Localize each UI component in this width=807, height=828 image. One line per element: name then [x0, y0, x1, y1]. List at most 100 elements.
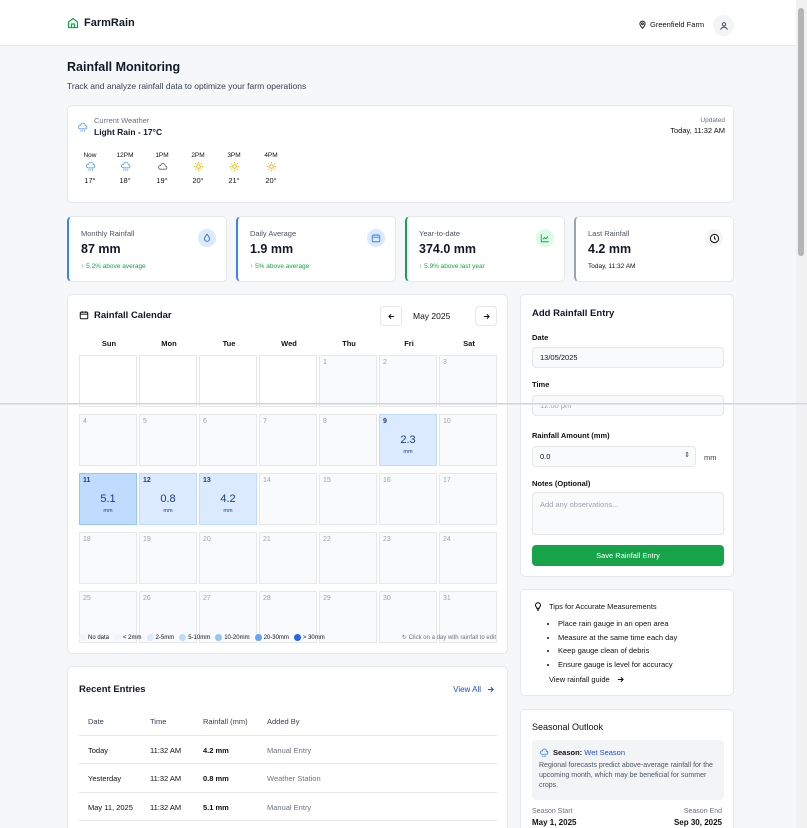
day-of-week: Tue [222, 339, 236, 348]
day-number: 4 [83, 418, 87, 425]
day-number: 23 [383, 536, 391, 543]
notes-textarea[interactable]: Add any observations... [532, 492, 724, 535]
calendar-day-23[interactable]: 23 [379, 532, 437, 584]
date-input[interactable]: 13/05/2025 [532, 347, 724, 368]
table-row[interactable]: Today 11:32 AM 4.2 mm Manual Entry [79, 736, 497, 764]
calendar-day-11[interactable]: 11 5.1 mm [79, 473, 137, 525]
calendar-day-2[interactable]: 2 [379, 355, 437, 407]
calendar-empty-cell [259, 355, 317, 407]
rain-unit: mm [403, 449, 413, 455]
calendar-day-5[interactable]: 5 [139, 414, 197, 466]
stat-card: Last Rainfall 4.2 mm Today, 11:32 AM [574, 216, 734, 282]
stat-value: 1.9 mm [250, 242, 294, 256]
legend-swatch [114, 634, 122, 641]
droplet-icon [198, 229, 216, 247]
column-header: Time [150, 717, 167, 726]
hour-temp: 20° [265, 176, 277, 185]
recent-entries-table: Date Time Rainfall (mm) Added By Today 11:32 … [79, 707, 497, 821]
calendar-day-3[interactable]: 3 [439, 355, 497, 407]
hour-temp: 21° [228, 176, 240, 185]
weather-card: Current Weather Light Rain - 17°C Update… [67, 105, 734, 203]
table-cell: Yesterday [88, 774, 122, 783]
calendar-day-15[interactable]: 15 [319, 473, 377, 525]
rain-value: 0.8 [160, 493, 176, 505]
calendar-day-16[interactable]: 16 [379, 473, 437, 525]
lightbulb-icon [533, 601, 543, 614]
calendar-title: Rainfall Calendar [94, 310, 172, 321]
calendar-day-22[interactable]: 22 [319, 532, 377, 584]
calendar-day-29[interactable]: 29 [319, 591, 377, 643]
day-number: 30 [383, 595, 391, 602]
recent-title: Recent Entries [79, 684, 146, 695]
seasonal-outlook-card: Seasonal Outlook Season: Wet Season Regi… [520, 709, 734, 828]
time-input[interactable]: 12:00 pm [532, 395, 724, 416]
scrollbar-thumb[interactable] [798, 8, 804, 256]
day-number: 29 [323, 595, 331, 602]
hour-temp: 18° [119, 176, 131, 185]
calendar-day-14[interactable]: 14 [259, 473, 317, 525]
outlook-title: Seasonal Outlook [532, 722, 604, 732]
hour-time: 1PM [155, 152, 169, 159]
recent-entries-card: Recent Entries View All Date Time Rainfall… [67, 666, 508, 828]
calendar-day-21[interactable]: 21 [259, 532, 317, 584]
table-cell: 11:32 AM [150, 802, 182, 812]
hour-time: 3PM [227, 152, 241, 159]
calendar-day-6[interactable]: 6 [199, 414, 257, 466]
rain-unit: mm [103, 508, 113, 514]
rain-cloud-icon [78, 161, 102, 174]
season-end-value: Sep 30, 2025 [673, 818, 722, 827]
table-row[interactable]: Yesterday 11:32 AM 0.8 mm Weather Station [79, 764, 497, 793]
calendar-day-24[interactable]: 24 [439, 532, 497, 584]
calendar-day-1[interactable]: 1 [319, 355, 377, 407]
hour-time: 2PM [191, 152, 205, 159]
prev-month-button[interactable] [380, 306, 402, 326]
stat-value: 374.0 mm [419, 242, 476, 256]
season-line: Season: Wet Season [553, 748, 626, 757]
legend-swatch [215, 634, 223, 641]
day-number: 28 [263, 595, 271, 602]
table-cell: 5.1 mm [203, 802, 229, 812]
calendar-day-17[interactable]: 17 [439, 473, 497, 525]
avatar[interactable] [713, 15, 734, 36]
hour-forecast: 1PM 19° [150, 152, 174, 185]
save-rainfall-entry-button[interactable]: Save Rainfall Entry [532, 545, 724, 566]
table-row[interactable]: May 11, 2025 11:32 AM 5.1 mm Manual Entry [79, 793, 497, 821]
sun-icon [222, 161, 246, 174]
calendar-day-12[interactable]: 12 0.8 mm [139, 473, 197, 525]
calendar-day-20[interactable]: 20 [199, 532, 257, 584]
table-cell: Manual Entry [267, 745, 312, 755]
calendar-empty-cell [139, 355, 197, 407]
cloud-icon [150, 161, 174, 174]
calendar-day-4[interactable]: 4 [79, 414, 137, 466]
calendar-day-7[interactable]: 7 [259, 414, 317, 466]
table-cell: Today [88, 745, 109, 755]
calendar-day-8[interactable]: 8 [319, 414, 377, 466]
rain-cloud-icon [113, 161, 137, 174]
logo[interactable]: FarmRain [67, 17, 135, 29]
season-description: Regional forecasts predict above-average… [539, 762, 713, 789]
day-number: 2 [383, 359, 387, 366]
calendar-day-13[interactable]: 13 4.2 mm [199, 473, 257, 525]
stat-value: 87 mm [81, 242, 121, 256]
view-rainfall-guide-link[interactable]: View rainfall guide [549, 675, 625, 684]
day-number: 10 [443, 418, 451, 425]
amount-value: 0.0 [540, 452, 551, 461]
farm-selector[interactable]: Greenfield Farm [638, 20, 704, 29]
season-value: Wet Season [584, 748, 626, 757]
calendar-day-10[interactable]: 10 [439, 414, 497, 466]
view-all-link[interactable]: View All [453, 685, 495, 694]
weather-label: Current Weather [94, 116, 150, 125]
calendar-day-18[interactable]: 18 [79, 532, 137, 584]
legend-swatch [293, 634, 301, 641]
stepper-icon[interactable]: ⇕ [684, 451, 690, 459]
calendar-day-19[interactable]: 19 [139, 532, 197, 584]
day-number: 7 [263, 418, 267, 425]
stat-card: Year-to-date 374.0 mm ↑ 5.9% above last … [405, 216, 565, 282]
amount-input[interactable]: 0.0 ⇕ [532, 446, 696, 467]
hour-forecast: 12PM 18° [113, 152, 137, 185]
next-month-button[interactable] [475, 306, 497, 326]
legend-swatch [254, 634, 262, 641]
season-start-value: May 1, 2025 [532, 818, 577, 827]
day-number: 3 [443, 359, 447, 366]
calendar-day-9[interactable]: 9 2.3 mm [379, 414, 437, 466]
